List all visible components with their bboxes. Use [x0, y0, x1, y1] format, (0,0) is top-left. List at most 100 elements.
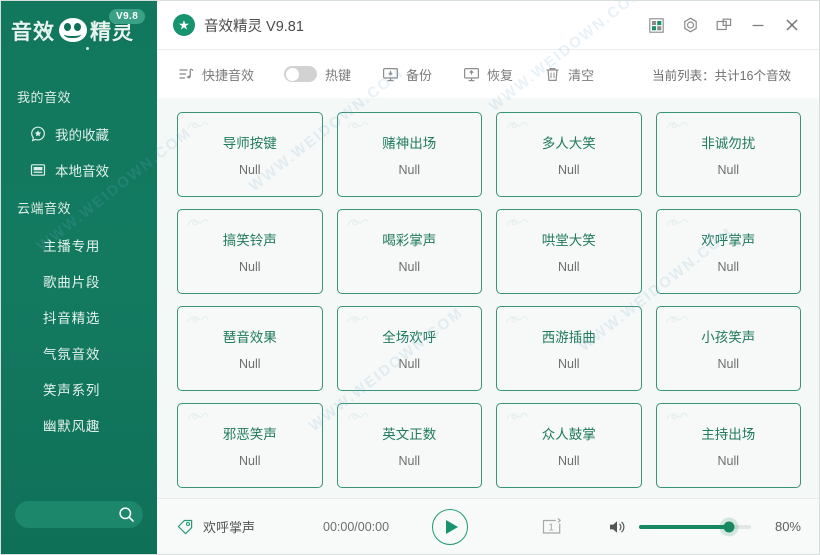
effect-card-title: 赌神出场 [382, 136, 437, 151]
effect-card[interactable]: 小孩笑声 Null [655, 306, 801, 391]
volume-slider-handle[interactable] [723, 521, 735, 532]
now-playing-title: 欢呼掌声 [203, 520, 256, 535]
effect-card-subtitle: Null [717, 357, 740, 371]
effect-card-title: 搞笑铃声 [222, 233, 277, 248]
cloud-swirl-decoration-icon [664, 214, 694, 235]
effect-card-subtitle: Null [238, 357, 261, 371]
effect-card-title: 众人鼓掌 [541, 427, 596, 442]
sidebar-item-label: 主播专用 [43, 239, 101, 254]
sidebar-item-anchor-exclusive[interactable]: 主播专用 [1, 227, 157, 263]
sidebar-item-local-effects[interactable]: 本地音效 [1, 152, 157, 188]
sidebar-item-label: 本地音效 [55, 164, 109, 179]
minimize-icon[interactable] [741, 9, 775, 41]
close-icon[interactable] [775, 9, 809, 41]
effect-card[interactable]: 邪恶笑声 Null [177, 403, 323, 488]
volume-slider[interactable] [639, 521, 751, 532]
effect-card[interactable]: 西游插曲 Null [496, 306, 642, 391]
search-icon[interactable] [117, 505, 136, 524]
play-button[interactable] [432, 508, 469, 545]
effect-card-subtitle: Null [717, 163, 740, 177]
effect-card[interactable]: 导师按键 Null [177, 112, 323, 197]
restore-window-icon[interactable] [707, 9, 741, 41]
effect-card-subtitle: Null [238, 163, 261, 177]
effect-card-subtitle: Null [398, 260, 421, 274]
effect-card[interactable]: 琶音效果 Null [177, 306, 323, 391]
quick-effects-button[interactable]: 快捷音效 [177, 65, 254, 84]
sidebar-item-label: 我的收藏 [55, 128, 109, 143]
effect-card-subtitle: Null [398, 357, 421, 371]
restore-label: 恢复 [487, 67, 514, 83]
backup-label: 备份 [406, 67, 433, 83]
volume-percent-label: 80% [774, 519, 801, 534]
restore-button[interactable]: 恢复 [462, 65, 513, 84]
page-title: 音效精灵 V9.81 [204, 18, 304, 35]
hotkey-toggle[interactable] [284, 66, 318, 82]
effect-card-subtitle: Null [557, 454, 580, 468]
cloud-swirl-decoration-icon [345, 311, 375, 332]
effect-card-subtitle: Null [557, 357, 580, 371]
hotkey-toggle-group[interactable]: 热键 [284, 65, 351, 84]
effect-card[interactable]: 赌神出场 Null [336, 112, 482, 197]
sidebar-item-humor-fun[interactable]: 幽默风趣 [1, 407, 157, 443]
cloud-swirl-decoration-icon [185, 311, 215, 332]
smiley-face-logo-icon [58, 17, 88, 43]
volume-slider-fill [639, 524, 729, 529]
repeat-one-button[interactable]: 1 [539, 515, 565, 539]
sidebar-item-atmosphere-effects[interactable]: 气氛音效 [1, 335, 157, 371]
cloud-swirl-decoration-icon [185, 214, 215, 235]
effect-card[interactable]: 主持出场 Null [655, 403, 801, 488]
effect-card[interactable]: 非诚勿扰 Null [655, 112, 801, 197]
effect-card[interactable]: 搞笑铃声 Null [177, 209, 323, 294]
effect-card[interactable]: 英文正数 Null [336, 403, 482, 488]
effect-card[interactable]: 喝彩掌声 Null [336, 209, 482, 294]
effect-card-title: 小孩笑声 [701, 330, 756, 345]
effect-card-title: 琶音效果 [222, 330, 277, 345]
effect-card-title: 多人大笑 [541, 136, 596, 151]
effect-card-title: 喝彩掌声 [382, 233, 437, 248]
effect-card-subtitle: Null [717, 454, 740, 468]
effect-card-subtitle: Null [557, 163, 580, 177]
effect-card-title: 主持出场 [701, 427, 756, 442]
sidebar-item-label: 幽默风趣 [43, 419, 101, 434]
cloud-swirl-decoration-icon [664, 311, 694, 332]
effect-card[interactable]: 哄堂大笑 Null [496, 209, 642, 294]
playback-time: 00:00/00:00 [323, 519, 390, 534]
sidebar-item-label: 笑声系列 [43, 383, 101, 398]
sidebar-item-laughter-series[interactable]: 笑声系列 [1, 371, 157, 407]
backup-button[interactable]: 备份 [381, 65, 432, 84]
effect-card[interactable]: 多人大笑 Null [496, 112, 642, 197]
title-bar: ★ 音效精灵 V9.81 [157, 1, 819, 50]
layout-icon[interactable] [639, 9, 673, 41]
repeat-one-icon: 1 [542, 516, 563, 534]
effect-card-subtitle: Null [238, 260, 261, 274]
quick-effects-label: 快捷音效 [202, 67, 255, 83]
effect-card[interactable]: 全场欢呼 Null [336, 306, 482, 391]
clear-button[interactable]: 清空 [543, 65, 594, 84]
cloud-swirl-decoration-icon [664, 117, 694, 138]
monitor-upload-icon [462, 65, 480, 83]
volume-icon[interactable] [608, 517, 628, 537]
main-area: ★ 音效精灵 V9.81 快捷音效 热键 备份 恢复 清空 当前列表：共计16个… [157, 1, 819, 554]
logo-text-right: 精灵 [90, 21, 134, 44]
logo-dot-icon [86, 47, 89, 50]
cloud-swirl-decoration-icon [345, 408, 375, 429]
sidebar-section-cloud-effects: 云端音效 [17, 201, 72, 216]
list-music-icon [177, 65, 195, 83]
monitor-download-icon [381, 65, 399, 83]
effect-card-title: 西游插曲 [541, 330, 596, 345]
settings-gear-icon[interactable] [673, 9, 707, 41]
effect-card-subtitle: Null [398, 454, 421, 468]
sidebar-item-song-clips[interactable]: 歌曲片段 [1, 263, 157, 299]
effect-card-title: 邪恶笑声 [222, 427, 277, 442]
toolbar: 快捷音效 热键 备份 恢复 清空 当前列表：共计16个音效 [157, 50, 819, 98]
effect-card-title: 导师按键 [222, 136, 277, 151]
cloud-swirl-decoration-icon [345, 214, 375, 235]
sidebar-item-my-favorites[interactable]: 我的收藏 [1, 116, 157, 152]
cloud-swirl-decoration-icon [345, 117, 375, 138]
effect-card-subtitle: Null [557, 260, 580, 274]
effect-card[interactable]: 欢呼掌声 Null [655, 209, 801, 294]
sidebar-item-douyin-featured[interactable]: 抖音精选 [1, 299, 157, 335]
sidebar-item-label: 气氛音效 [43, 347, 101, 362]
effect-card[interactable]: 众人鼓掌 Null [496, 403, 642, 488]
clear-label: 清空 [568, 67, 595, 83]
